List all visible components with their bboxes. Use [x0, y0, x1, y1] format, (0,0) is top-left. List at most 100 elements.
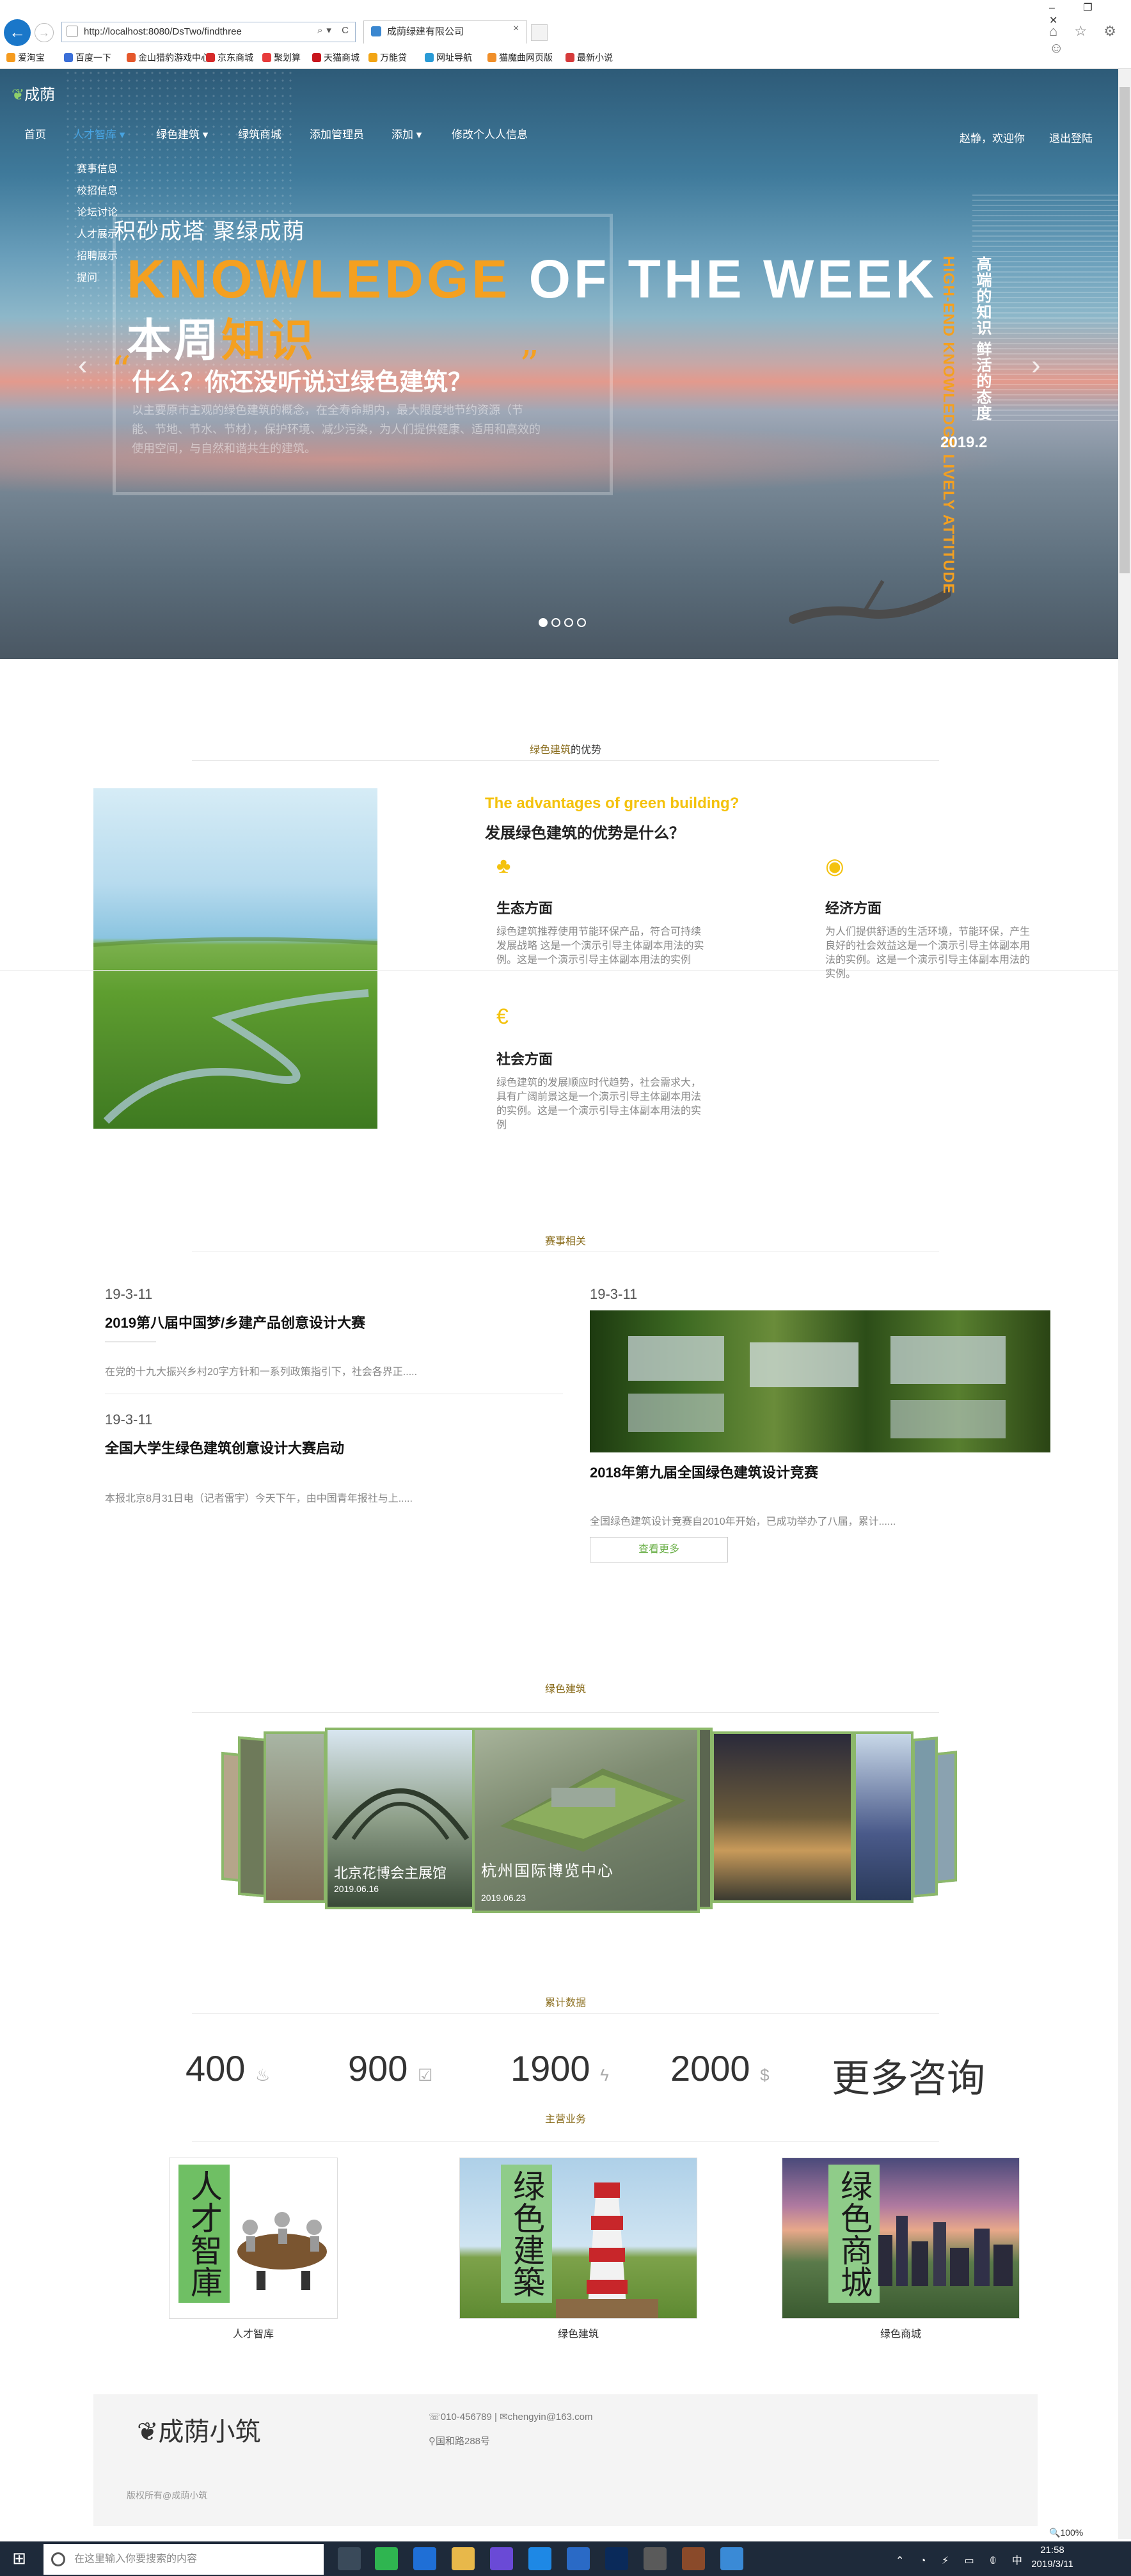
gallery-slide[interactable] [853, 1731, 913, 1903]
vs-icon[interactable] [490, 2547, 513, 2570]
carousel-dot[interactable] [539, 618, 548, 627]
dropdown-item[interactable]: 赛事信息 [77, 159, 118, 180]
nav-add[interactable]: 添加 ▾ [391, 125, 422, 141]
windows-start-icon[interactable]: ⊞ [9, 2548, 29, 2568]
green-wall-image [590, 1310, 1050, 1452]
tab-favicon [371, 26, 381, 36]
section-divider [192, 2013, 939, 2014]
favorite-item[interactable]: 万能贷 [368, 51, 407, 64]
dollar-icon: $ [760, 2065, 770, 2085]
service-card-talent[interactable]: 人才智庫 [169, 2158, 338, 2319]
game-icon[interactable] [682, 2547, 705, 2570]
ie-icon[interactable] [567, 2547, 590, 2570]
favorite-item[interactable]: 金山猎豹游戏中心 [127, 51, 210, 64]
ie-active-icon[interactable] [720, 2547, 743, 2570]
forward-button[interactable]: → [35, 23, 54, 42]
carousel-dot[interactable] [564, 618, 573, 627]
advantage-title: 经济方面 [825, 900, 882, 916]
zoom-level[interactable]: 🔍100% [1049, 2527, 1083, 2538]
dropdown-item[interactable]: 校招信息 [77, 180, 118, 202]
gallery-slide-hangzhou[interactable]: 杭州国际博览中心 2019.06.23 [472, 1728, 700, 1913]
photoshop-icon[interactable] [605, 2547, 628, 2570]
nav-add-admin[interactable]: 添加管理员 [310, 125, 364, 141]
gallery-slide-beijing[interactable]: 北京花博会主展馆 2019.06.16 [325, 1728, 476, 1909]
gallery-slide[interactable] [697, 1728, 713, 1909]
stat-value: 900 ☑ [348, 2047, 432, 2089]
service-card-building[interactable]: 绿色建築 [459, 2158, 697, 2319]
dropdown-item[interactable]: 论坛讨论 [77, 202, 118, 224]
input-lang[interactable]: 中 [1012, 2556, 1029, 2566]
favorite-item[interactable]: 网址导航 [425, 51, 472, 64]
favorite-item[interactable]: 百度一下 [64, 51, 111, 64]
advantages-heading-en: The advantages of green building? [485, 795, 739, 812]
system-tray[interactable]: ⌃ ◔ ⚡ ▭ 𝟘 中 [896, 2552, 1029, 2567]
leaf-icon: ❦ [12, 86, 25, 104]
new-tab-button[interactable] [531, 24, 548, 41]
service-label[interactable]: 人才智库 [169, 2325, 338, 2341]
stat-value: 400 ♨ [186, 2047, 270, 2089]
service-card-mall[interactable]: 绿色商城 [782, 2158, 1020, 2319]
view-more-button[interactable]: 查看更多 [590, 1537, 728, 1562]
event-summary: 在党的十九大振兴乡村20字方针和一系列政策指引下，社会各界正..... [105, 1367, 418, 1378]
service-label[interactable]: 绿色商城 [782, 2325, 1020, 2341]
windows-illustration [628, 1336, 1006, 1438]
scrollbar-thumb[interactable] [1119, 87, 1130, 573]
folder-icon[interactable] [452, 2547, 475, 2570]
favorite-item[interactable]: 爱淘宝 [6, 51, 45, 64]
back-button[interactable]: ← [4, 19, 31, 46]
address-tools[interactable]: ⌕▾ C [317, 24, 352, 36]
wechat-icon[interactable] [375, 2547, 398, 2570]
carousel-next-icon[interactable]: › [1031, 349, 1041, 381]
site-logo[interactable]: ❦成荫 [12, 82, 55, 104]
bolt-icon: ϟ [600, 2065, 609, 2085]
river-illustration [93, 937, 377, 1124]
hero-question: 什么？你还没听说过绿色建筑？ [132, 369, 473, 396]
taskbar-clock[interactable]: 21:58 2019/3/11 [1030, 2543, 1075, 2572]
gallery-slide[interactable] [711, 1731, 853, 1903]
task-view-icon[interactable] [338, 2547, 361, 2570]
advantage-title: 社会方面 [496, 1051, 553, 1067]
browser-tab[interactable]: 成荫绿建有限公司 [363, 20, 527, 44]
footer-email[interactable]: chengyin@163.com [508, 2412, 593, 2422]
hero-slogan: 积砂成塔 聚绿成荫 [114, 219, 306, 244]
zoom-value: 100% [1060, 2527, 1084, 2538]
line-pattern [972, 191, 1126, 421]
clock-date: 2019/3/11 [1031, 2559, 1073, 2570]
footer-brand[interactable]: ❦成荫小筑 [137, 2411, 261, 2448]
favorite-item[interactable]: 猫魔曲网页版 [487, 51, 553, 64]
address-bar[interactable]: http://localhost:8080/DsTwo/findthree [61, 22, 356, 42]
favorite-item[interactable]: 天猫商城 [312, 51, 360, 64]
dropdown-item[interactable]: 招聘展示 [77, 246, 118, 267]
taskbar-search-input[interactable]: 在这里输入你要搜索的内容 [44, 2544, 324, 2575]
nav-green-building[interactable]: 绿色建筑 ▾ [156, 125, 208, 141]
event-title[interactable]: 2019第八届中国梦/乡建产品创意设计大赛 [105, 1312, 365, 1332]
event-title[interactable]: 全国大学生绿色建筑创意设计大赛启动 [105, 1437, 344, 1458]
favorite-item[interactable]: 京东商城 [206, 51, 253, 64]
logout-link[interactable]: 退出登陆 [1049, 129, 1093, 145]
dropdown-item[interactable]: 人才展示 [77, 224, 118, 246]
nav-home[interactable]: 首页 [24, 125, 46, 141]
browser-app-icon[interactable] [413, 2547, 436, 2570]
favorite-item[interactable]: 聚划算 [262, 51, 301, 64]
tools-icon[interactable] [644, 2547, 667, 2570]
subheadline-a: 本周 [127, 315, 221, 365]
carousel-prev-icon[interactable]: ‹ [78, 349, 88, 381]
euro-icon: € [496, 1005, 509, 1029]
more-consult-link[interactable]: 更多咨询 [832, 2047, 985, 2103]
gallery-slide[interactable] [264, 1731, 326, 1903]
gallery-slide[interactable] [912, 1737, 938, 1898]
close-quote-icon: ” [519, 343, 539, 388]
nav-talent[interactable]: 人才智库 ▾ [73, 125, 125, 141]
service-label[interactable]: 绿色建筑 [459, 2325, 697, 2341]
edge-icon[interactable] [528, 2547, 551, 2570]
event-title[interactable]: 2018年第九届全国绿色建筑设计竞赛 [590, 1461, 818, 1482]
tab-close-icon[interactable]: × [513, 23, 519, 35]
slide-caption: 北京花博会主展馆 [334, 1866, 447, 1882]
carousel-dot[interactable] [577, 618, 586, 627]
favorite-item[interactable]: 最新小说 [566, 51, 613, 64]
nav-mall[interactable]: 绿筑商城 [238, 125, 281, 141]
gallery-slide[interactable] [935, 1751, 957, 1884]
carousel-dot[interactable] [551, 618, 560, 627]
dropdown-item[interactable]: 提问 [77, 267, 118, 289]
nav-profile[interactable]: 修改个人人信息 [452, 125, 528, 141]
